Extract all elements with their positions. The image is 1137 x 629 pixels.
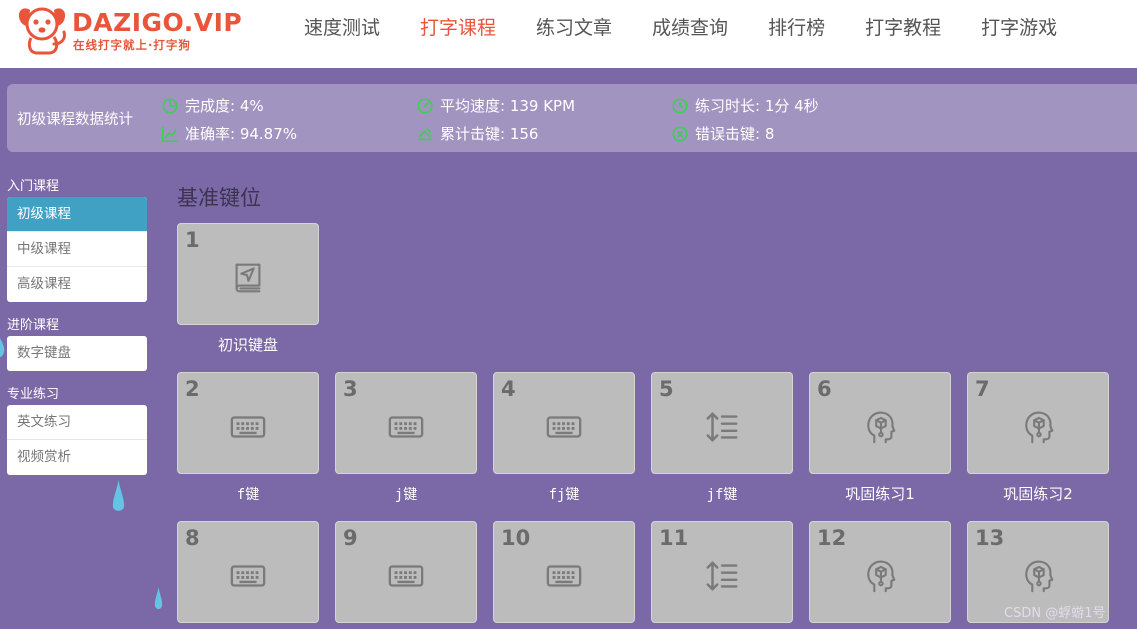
nav-typing-courses[interactable]: 打字课程 — [400, 0, 516, 56]
sidebar-list-intro: 初级课程 中级课程 高级课程 — [7, 197, 147, 302]
nav-practice-articles[interactable]: 练习文章 — [516, 0, 632, 56]
keystroke-icon — [417, 127, 433, 140]
lesson-number: 12 — [817, 526, 847, 550]
lesson-card-1[interactable]: 1 — [177, 223, 319, 325]
sidebar-group-pro: 专业练习 — [7, 387, 60, 402]
nav-speed-test[interactable]: 速度测试 — [284, 0, 400, 56]
pie-chart-icon — [162, 97, 178, 114]
head-cube-icon — [861, 408, 899, 446]
error-circle-icon — [672, 125, 688, 142]
keyboard-icon — [387, 557, 425, 595]
sidebar-item-beginner[interactable]: 初级课程 — [7, 197, 147, 232]
stat-completion-text: 完成度: 4% — [185, 97, 264, 115]
stat-total-keys: 累计击键: 156 — [416, 123, 538, 144]
sidebar-item-numpad[interactable]: 数字键盘 — [7, 336, 147, 371]
stat-accuracy: 准确率: 94.87% — [161, 123, 297, 144]
nav-typing-games[interactable]: 打字游戏 — [961, 0, 1077, 56]
lesson-number: 10 — [501, 526, 531, 550]
keyboard-icon — [387, 408, 425, 446]
lesson-label: jf键 — [706, 487, 738, 503]
lesson-label: 巩固练习1 — [845, 485, 915, 503]
keyboard-icon — [229, 408, 267, 446]
line-height-icon — [703, 557, 741, 595]
sidebar-list-progress: 数字键盘 — [7, 336, 147, 371]
lesson-card-2[interactable]: 2 — [177, 372, 319, 474]
main-nav: 速度测试 打字课程 练习文章 成绩查询 排行榜 打字教程 打字游戏 — [284, 0, 1077, 68]
stat-total-keys-text: 累计击键: 156 — [440, 125, 539, 143]
logo-title: DAZIGO.VIP — [72, 8, 243, 37]
stat-error-keys: 错误击键: 8 — [671, 123, 774, 144]
stat-accuracy-text: 准确率: 94.87% — [185, 125, 298, 143]
lesson-card-11[interactable]: 11 — [651, 521, 793, 623]
stat-completion: 完成度: 4% — [161, 95, 264, 116]
lesson-card-7[interactable]: 7 — [967, 372, 1109, 474]
lesson-label: j键 — [394, 487, 418, 503]
lesson-number: 11 — [659, 526, 689, 550]
nav-typing-tutorial[interactable]: 打字教程 — [845, 0, 961, 56]
csdn-watermark: CSDN @蜉蝣1号 — [1004, 606, 1106, 621]
head-cube-icon — [861, 557, 899, 595]
water-drop-icon — [112, 480, 125, 511]
lesson-number: 6 — [817, 377, 832, 401]
lesson-number: 4 — [501, 377, 516, 401]
keyboard-icon — [545, 557, 583, 595]
nav-leaderboard[interactable]: 排行榜 — [748, 0, 845, 56]
lesson-number: 1 — [185, 228, 200, 252]
lesson-number: 13 — [975, 526, 1005, 550]
logo-subtitle: 在线打字就上·打字狗 — [73, 38, 191, 52]
clock-icon — [672, 97, 688, 114]
lesson-label: f键 — [236, 487, 260, 503]
lesson-card-5[interactable]: 5 — [651, 372, 793, 474]
lesson-card-8[interactable]: 8 — [177, 521, 319, 623]
stat-duration-text: 练习时长: 1分 4秒 — [695, 97, 819, 115]
lesson-number: 2 — [185, 377, 200, 401]
keyboard-icon — [229, 557, 267, 595]
lesson-card-6[interactable]: 6 — [809, 372, 951, 474]
lesson-number: 3 — [343, 377, 358, 401]
stat-avg-speed: 平均速度: 139 KPM — [416, 95, 575, 116]
section-title: 基准键位 — [177, 186, 261, 210]
lesson-number: 9 — [343, 526, 358, 550]
keyboard-icon — [545, 408, 583, 446]
lesson-number: 7 — [975, 377, 990, 401]
speedometer-icon — [417, 97, 433, 114]
lesson-card-3[interactable]: 3 — [335, 372, 477, 474]
water-drop-icon — [154, 587, 163, 609]
book-navigation-icon — [229, 259, 267, 297]
stats-title: 初级课程数据统计 — [17, 112, 133, 128]
lesson-card-9[interactable]: 9 — [335, 521, 477, 623]
nav-score-query[interactable]: 成绩查询 — [632, 0, 748, 56]
lesson-label: fj键 — [548, 487, 580, 503]
lesson-number: 8 — [185, 526, 200, 550]
top-header: DAZIGO.VIP 在线打字就上·打字狗 速度测试 打字课程 练习文章 成绩查… — [0, 0, 1137, 68]
line-height-icon — [703, 408, 741, 446]
course-stats-bar: 初级课程数据统计 完成度: 4% 准确率: 94.87% 平均速度: 139 K… — [7, 84, 1137, 152]
site-logo[interactable]: DAZIGO.VIP 在线打字就上·打字狗 — [16, 4, 242, 60]
sidebar-list-pro: 英文练习 视频赏析 — [7, 405, 147, 475]
sidebar-item-video[interactable]: 视频赏析 — [7, 440, 147, 475]
head-cube-icon — [1019, 557, 1057, 595]
sidebar-group-progress: 进阶课程 — [7, 318, 60, 333]
sidebar-item-advanced[interactable]: 高级课程 — [7, 267, 147, 302]
stat-duration: 练习时长: 1分 4秒 — [671, 95, 819, 116]
lesson-label: 初识键盘 — [217, 336, 278, 354]
sidebar-item-english[interactable]: 英文练习 — [7, 405, 147, 440]
line-chart-icon — [161, 126, 178, 142]
stat-avg-speed-text: 平均速度: 139 KPM — [440, 97, 576, 115]
lesson-card-4[interactable]: 4 — [493, 372, 635, 474]
head-cube-icon — [1019, 408, 1057, 446]
sidebar-item-intermediate[interactable]: 中级课程 — [7, 232, 147, 267]
water-drop-icon — [0, 338, 5, 357]
lesson-card-10[interactable]: 10 — [493, 521, 635, 623]
stat-error-keys-text: 错误击键: 8 — [695, 125, 775, 143]
sidebar-group-intro: 入门课程 — [7, 179, 60, 194]
lesson-label: 巩固练习2 — [1003, 485, 1073, 503]
lesson-card-12[interactable]: 12 — [809, 521, 951, 623]
dog-logo-icon — [18, 7, 66, 55]
lesson-number: 5 — [659, 377, 674, 401]
